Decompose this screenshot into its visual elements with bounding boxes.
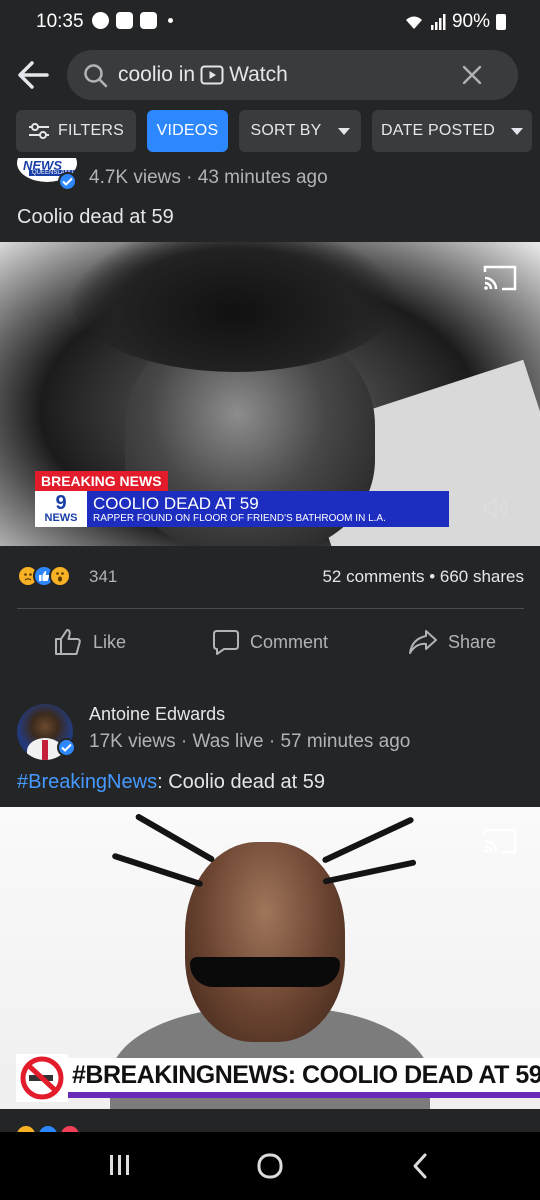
video-frame-braid xyxy=(322,859,417,885)
verified-badge-icon xyxy=(58,172,77,191)
video-frame-braid xyxy=(321,816,415,864)
search-header: coolio in Watch xyxy=(0,44,540,106)
status-right: 90% xyxy=(404,11,506,33)
breaking-banner-text: #BREAKINGNEWS: COOLIO DEAD AT 59 xyxy=(68,1058,540,1098)
reaction-emojis[interactable] xyxy=(17,565,71,587)
caret-down-icon xyxy=(337,127,350,135)
breaking-news-banner: #BREAKINGNEWS: COOLIO DEAD AT 59 xyxy=(16,1054,540,1102)
video-frame-sunglasses xyxy=(190,957,340,987)
reactions-row: 341 52 comments • 660 shares xyxy=(17,562,524,592)
filters-chip[interactable]: FILTERS xyxy=(16,110,136,152)
avatar-tie xyxy=(42,740,48,760)
news-bar-text: COOLIO DEAD AT 59 RAPPER FOUND ON FLOOR … xyxy=(87,491,449,527)
post2-title[interactable]: #BreakingNews: Coolio dead at 59 xyxy=(17,771,325,794)
video-frame-braid xyxy=(111,852,204,888)
volume-icon[interactable] xyxy=(482,494,510,522)
back-arrow-icon xyxy=(18,61,49,89)
sliders-icon xyxy=(28,123,49,139)
no-smoking-icon xyxy=(16,1054,68,1102)
like-button-label: Like xyxy=(93,631,127,652)
post1-title[interactable]: Coolio dead at 59 xyxy=(17,206,174,229)
search-query-text: coolio in xyxy=(118,63,196,86)
video-frame-hair xyxy=(70,242,400,372)
status-time: 10:35 xyxy=(36,11,84,32)
share-icon xyxy=(409,630,437,654)
system-nav-bar xyxy=(0,1132,540,1200)
sort-by-chip[interactable]: SORT BY xyxy=(239,110,361,152)
post1-actions: Like Comment Share xyxy=(0,620,540,664)
date-posted-chip[interactable]: DATE POSTED xyxy=(372,110,532,152)
game-app-icon xyxy=(116,12,133,29)
thumbs-up-icon xyxy=(55,629,81,655)
hashtag-link[interactable]: #BreakingNews xyxy=(17,771,157,793)
videos-chip[interactable]: VIDEOS xyxy=(147,110,228,152)
video-frame-head xyxy=(185,842,345,1042)
post2-meta: 17K views · Was live · 57 minutes ago xyxy=(89,731,411,752)
search-input[interactable]: coolio in Watch xyxy=(67,50,518,100)
cast-icon[interactable] xyxy=(482,827,518,855)
youtube-icon xyxy=(140,12,157,29)
post2-video[interactable]: #BREAKINGNEWS: COOLIO DEAD AT 59 xyxy=(0,807,540,1109)
video-frame-braid xyxy=(134,812,216,864)
xbox-icon xyxy=(92,12,109,29)
search-query: coolio in Watch xyxy=(118,63,288,87)
news-lower-third: 9 NEWS COOLIO DEAD AT 59 RAPPER FOUND ON… xyxy=(35,491,449,527)
search-scope: Watch xyxy=(229,63,288,86)
videos-chip-label: VIDEOS xyxy=(156,122,219,139)
comment-icon xyxy=(213,630,239,655)
post1-video[interactable]: BREAKING NEWS 9 NEWS COOLIO DEAD AT 59 R… xyxy=(0,242,540,546)
like-button[interactable]: Like xyxy=(53,620,126,664)
filters-chip-label: FILTERS xyxy=(57,122,124,139)
battery-percent: 90% xyxy=(451,11,490,32)
clear-icon[interactable] xyxy=(462,65,482,85)
back-button[interactable] xyxy=(14,56,54,94)
post2-title-text: : Coolio dead at 59 xyxy=(157,771,325,793)
back-icon[interactable] xyxy=(410,1152,430,1180)
search-icon xyxy=(84,64,108,88)
sort-by-chip-label: SORT BY xyxy=(250,122,322,139)
news-subheadline: RAPPER FOUND ON FLOOR OF FRIEND'S BATHRO… xyxy=(93,512,386,524)
cast-icon[interactable] xyxy=(482,264,518,292)
comment-button[interactable]: Comment xyxy=(212,620,328,664)
signal-icon xyxy=(430,14,446,30)
status-bar: 10:35 90% xyxy=(0,0,540,44)
channel-logo-number: 9 xyxy=(55,492,67,514)
wifi-icon xyxy=(405,16,422,29)
status-left-icons xyxy=(92,12,173,29)
news-headline: COOLIO DEAD AT 59 xyxy=(93,493,259,513)
share-button[interactable]: Share xyxy=(408,620,496,664)
home-icon[interactable] xyxy=(256,1152,284,1180)
post1-meta: 4.7K views · 43 minutes ago xyxy=(89,167,328,188)
verified-badge-icon xyxy=(57,738,76,757)
breaking-news-label: BREAKING NEWS xyxy=(35,471,168,491)
notification-dot xyxy=(168,18,173,23)
share-button-label: Share xyxy=(448,631,497,652)
filter-chips: FILTERS VIDEOS SORT BY DATE POSTED xyxy=(16,110,532,152)
comment-button-label: Comment xyxy=(250,631,329,652)
caret-down-icon xyxy=(510,127,523,135)
battery-icon xyxy=(496,14,506,30)
channel-logo-text: NEWS xyxy=(44,512,78,524)
wow-reaction-icon xyxy=(49,565,71,587)
recents-icon[interactable] xyxy=(108,1152,130,1178)
divider xyxy=(17,608,524,609)
post1-header: NEWS QUEENSLAND 4.7K views · 43 minutes … xyxy=(0,158,540,198)
engagement-stats[interactable]: 52 comments • 660 shares xyxy=(322,567,524,587)
channel-logo: 9 NEWS xyxy=(35,491,87,527)
date-posted-chip-label: DATE POSTED xyxy=(381,122,495,139)
watch-icon xyxy=(200,65,224,85)
post2-author[interactable]: Antoine Edwards xyxy=(89,704,225,725)
reaction-count[interactable]: 341 xyxy=(89,567,117,587)
